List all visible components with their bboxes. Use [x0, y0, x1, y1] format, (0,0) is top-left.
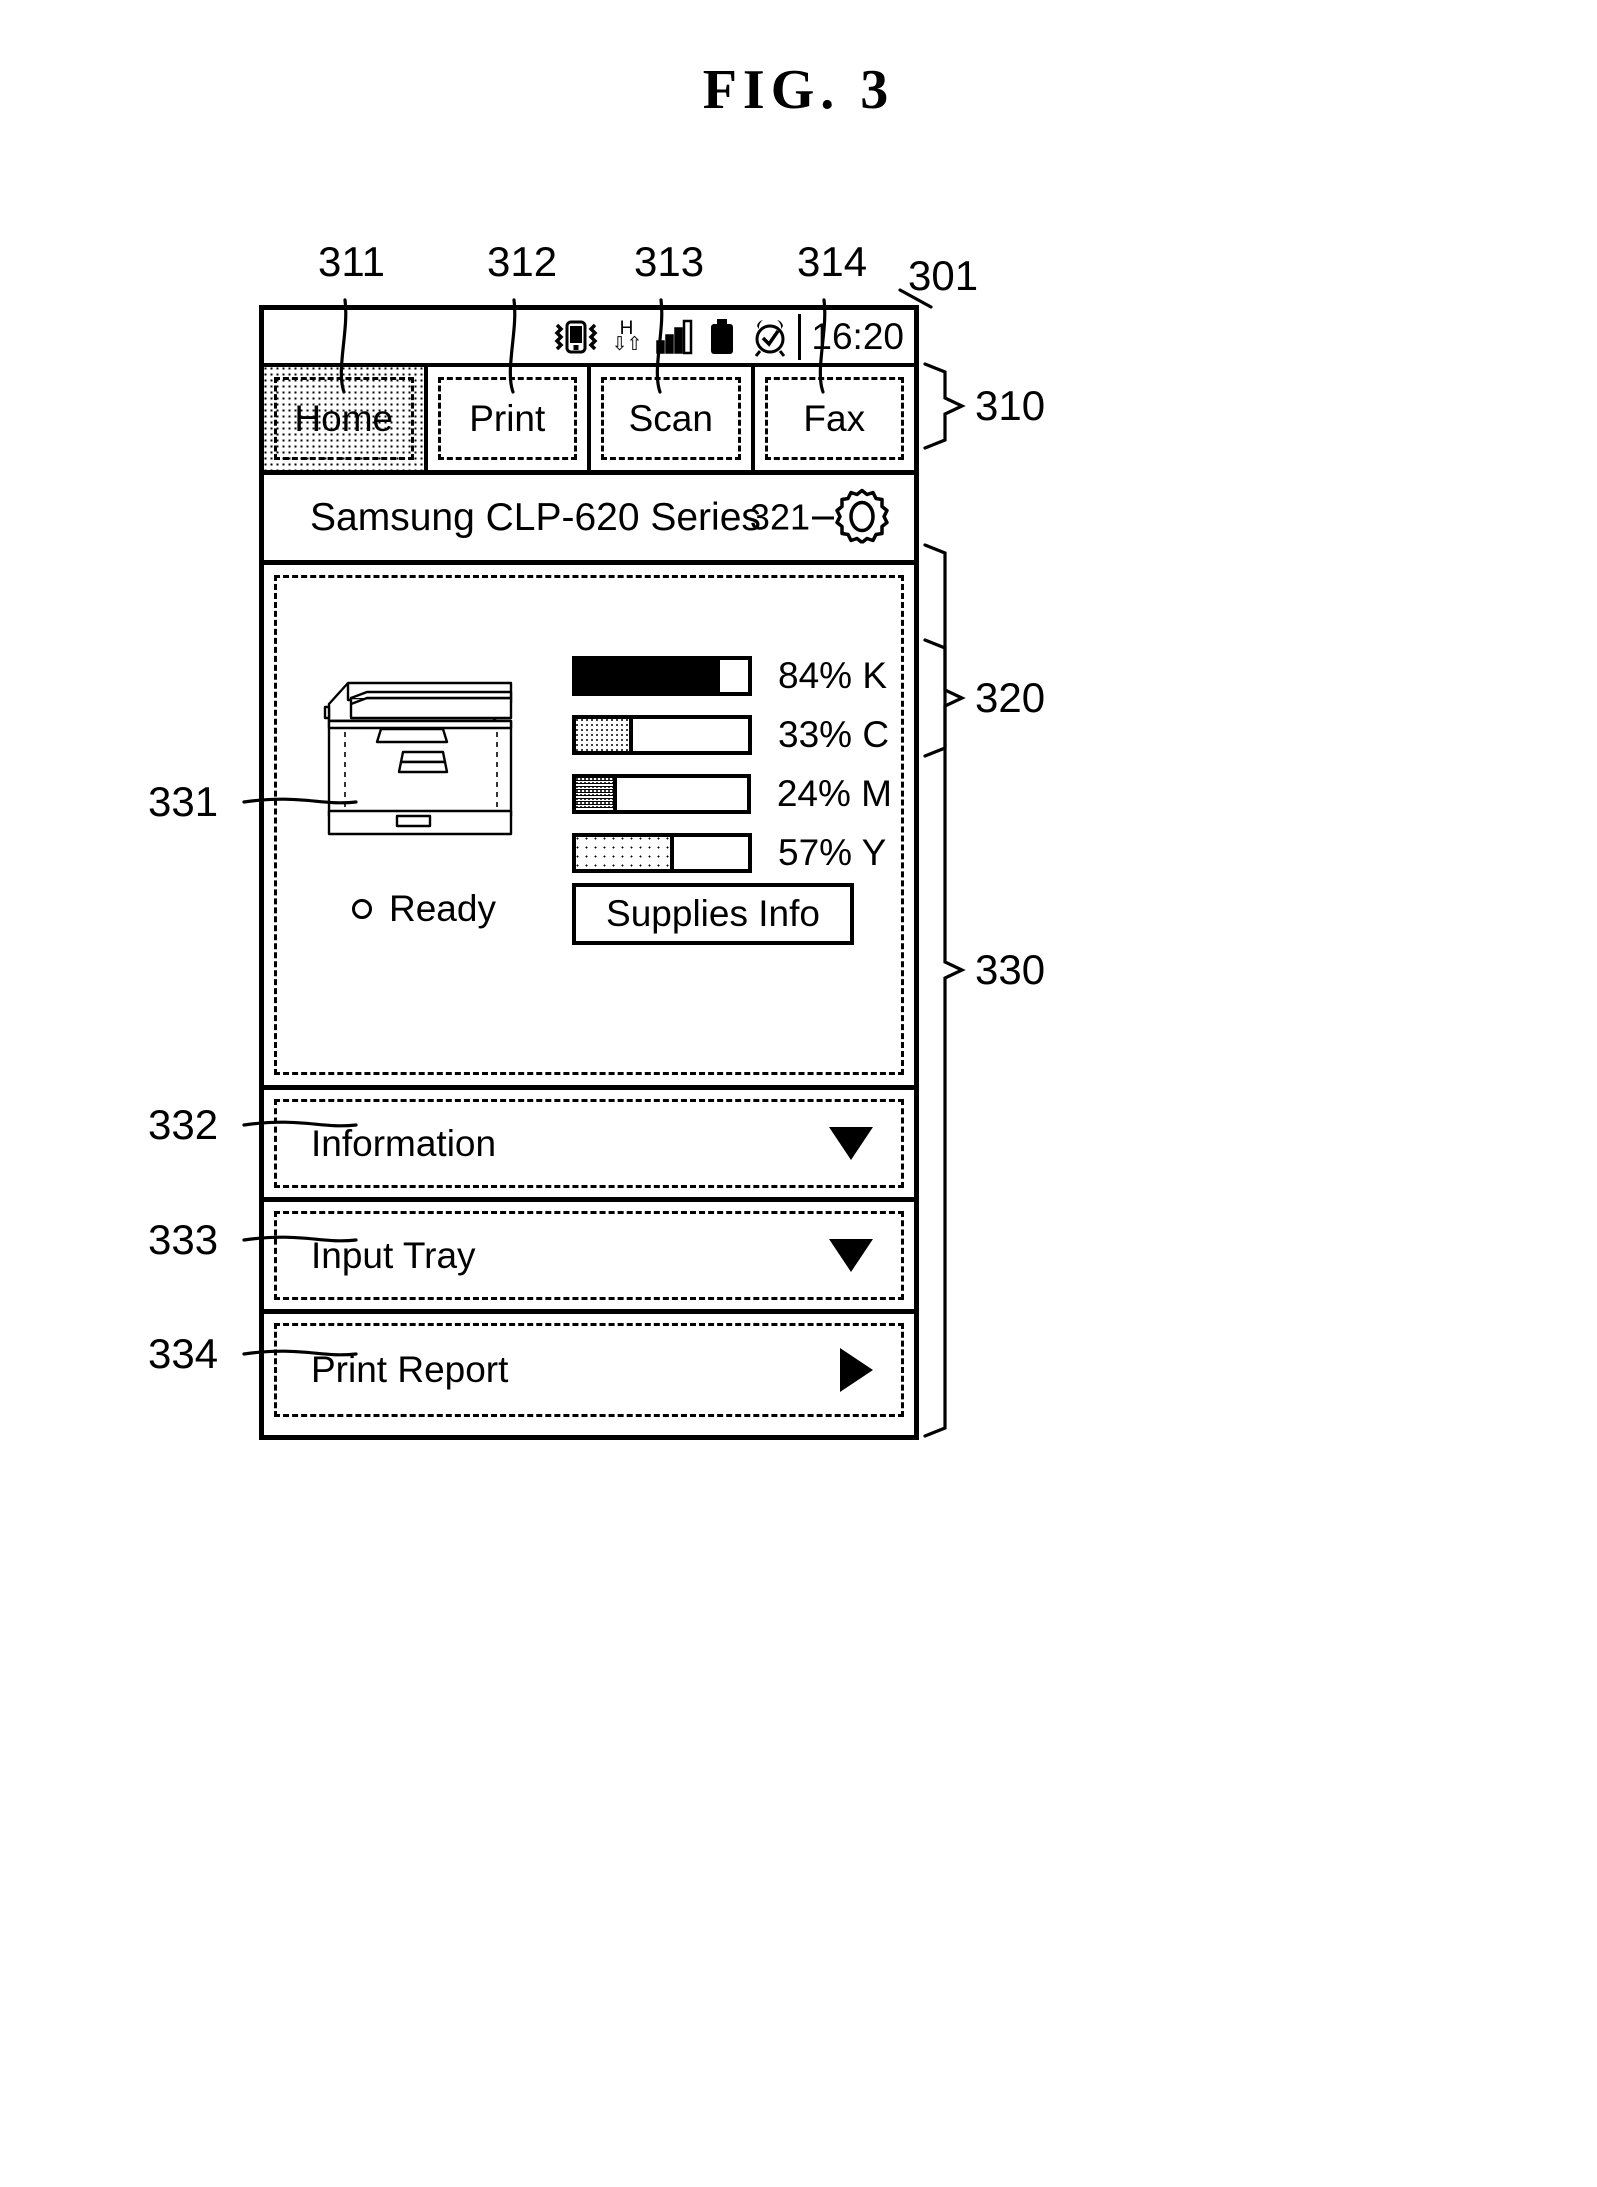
ref-330: 330: [975, 946, 1046, 993]
menu-row-information[interactable]: Information: [264, 1090, 914, 1202]
toner-label-m: 24% M: [776, 773, 892, 814]
menu-row-information-outline: Information: [274, 1099, 904, 1188]
menu-row-input-tray-outline: Input Tray: [274, 1211, 904, 1300]
device-screen-frame: H ⇩⇧ 16:20 Home Print Scan Fax Samsung C…: [259, 305, 919, 1440]
settings-group: 321: [750, 487, 890, 548]
toner-fill-y: [576, 837, 675, 869]
tab-print[interactable]: Print: [428, 367, 591, 470]
ref-314: 314: [797, 238, 868, 285]
brace-320: [923, 638, 966, 758]
tab-fax-label: Fax: [803, 397, 866, 439]
toner-row-y: 57% Y: [572, 832, 892, 873]
tab-scan-outline: Scan: [601, 377, 741, 460]
tab-bar: Home Print Scan Fax: [264, 367, 914, 475]
supplies-info-button[interactable]: Supplies Info: [572, 883, 854, 945]
toner-row-m: 24% M: [572, 773, 892, 814]
printer-illustration-icon: [315, 674, 530, 849]
hsdpa-arrows: ⇩⇧: [611, 333, 643, 355]
brace-330: [923, 543, 966, 1438]
status-bar: H ⇩⇧ 16:20: [264, 310, 914, 367]
status-indicator-icon: [352, 899, 372, 919]
menu-row-input-tray-label: Input Tray: [311, 1234, 476, 1276]
ref-321-leader-line: [812, 516, 834, 519]
toner-label-y: 57% Y: [778, 832, 887, 873]
ref-333: 333: [148, 1216, 219, 1263]
ref-301: 301: [908, 252, 979, 299]
printer-status-row: Ready: [352, 888, 496, 930]
toner-fill-k: [576, 660, 721, 692]
gear-icon[interactable]: [834, 487, 890, 548]
tab-scan[interactable]: Scan: [591, 367, 755, 470]
tab-home-outline: Home: [274, 377, 414, 460]
ref-321: 321: [749, 496, 810, 538]
toner-bar-y: [572, 833, 752, 873]
toner-level-list: 84% K 33% C 24% M 57% Y: [572, 655, 892, 892]
device-name-label: Samsung CLP-620 Series: [310, 495, 761, 539]
tab-scan-label: Scan: [628, 397, 713, 439]
printer-status-text: Ready: [389, 888, 496, 929]
tab-print-label: Print: [469, 397, 546, 439]
device-title-bar: Samsung CLP-620 Series 321: [264, 475, 914, 565]
tab-fax[interactable]: Fax: [755, 367, 915, 470]
vibrate-phone-icon: [554, 317, 598, 357]
ref-332: 332: [148, 1101, 219, 1148]
ref-334: 334: [148, 1330, 219, 1377]
ref-312: 312: [487, 238, 558, 285]
toner-fill-m: [576, 778, 617, 810]
menu-row-print-report[interactable]: Print Report: [264, 1314, 914, 1426]
ref-311: 311: [318, 238, 385, 285]
home-content-region: Ready 84% K 33% C 24% M 57% Y Supplies I…: [264, 565, 914, 1435]
tab-home[interactable]: Home: [264, 367, 428, 470]
ref-310: 310: [975, 382, 1046, 429]
toner-bar-c: [572, 715, 752, 755]
tab-print-outline: Print: [437, 377, 577, 460]
chevron-right-icon[interactable]: [840, 1348, 873, 1392]
signal-bars-icon: [655, 319, 695, 355]
hsdpa-data-icon: H ⇩⇧: [611, 319, 643, 355]
toner-label-c: 33% C: [778, 714, 890, 755]
status-bar-clock: 16:20: [798, 313, 910, 360]
toner-label-k: 84% K: [778, 655, 888, 696]
alarm-clock-icon: [749, 317, 791, 357]
tab-fax-outline: Fax: [764, 377, 904, 460]
figure-title: FIG. 3: [702, 59, 895, 121]
menu-row-input-tray[interactable]: Input Tray: [264, 1202, 914, 1314]
ref-320: 320: [975, 674, 1046, 721]
ref-331: 331: [148, 778, 219, 825]
printer-status-card-outline: Ready 84% K 33% C 24% M 57% Y Supplies I…: [274, 575, 904, 1075]
brace-310: [923, 362, 966, 450]
toner-row-k: 84% K: [572, 655, 892, 696]
toner-bar-m: [572, 774, 751, 814]
tab-home-label: Home: [294, 397, 394, 439]
ref-313: 313: [634, 238, 705, 285]
menu-row-print-report-outline: Print Report: [274, 1323, 904, 1417]
menu-row-information-label: Information: [311, 1122, 497, 1164]
toner-bar-k: [572, 656, 752, 696]
toner-fill-c: [576, 719, 633, 751]
printer-status-card: Ready 84% K 33% C 24% M 57% Y Supplies I…: [264, 565, 914, 1090]
battery-icon: [709, 318, 735, 356]
toner-row-c: 33% C: [572, 714, 892, 755]
chevron-down-icon[interactable]: [829, 1239, 873, 1272]
menu-row-print-report-label: Print Report: [311, 1349, 509, 1390]
chevron-down-icon[interactable]: [829, 1127, 873, 1160]
